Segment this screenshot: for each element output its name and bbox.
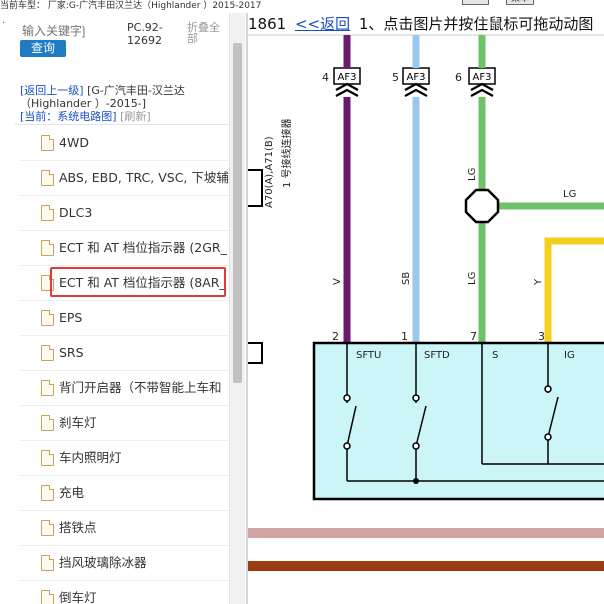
- af3-connector-5: 5 AF3: [392, 67, 430, 97]
- list-item-label: 车内照明灯: [59, 450, 122, 465]
- selection-highlight: [50, 267, 226, 297]
- sidebar: · 查询 PC.92-12692 折叠全部 [返回上一级] [G-广汽丰田-汉兰…: [0, 13, 246, 604]
- wire-label-lg-branch: LG: [563, 189, 576, 200]
- document-icon: [41, 170, 54, 186]
- breadcrumb: [返回上一级] [G-广汽丰田-汉兰达（Highlander ）-2015-] …: [20, 84, 235, 123]
- document-icon: [41, 520, 54, 536]
- list-item-label: DLC3: [59, 205, 93, 220]
- svg-text:AF3: AF3: [338, 72, 357, 83]
- wire-label-v: V: [332, 278, 343, 285]
- list-item-label: 倒车灯: [59, 590, 97, 604]
- svg-text:AF3: AF3: [407, 72, 426, 83]
- document-icon: [41, 450, 54, 466]
- document-icon: [41, 415, 54, 431]
- list-item-label: 刹车灯: [59, 415, 97, 430]
- back-up-link[interactable]: [返回上一级]: [20, 84, 84, 97]
- search-input[interactable]: [20, 21, 122, 41]
- af3-connector-4: 4 AF3: [322, 67, 361, 97]
- list-item[interactable]: DLC3: [20, 196, 230, 231]
- list-item[interactable]: SRS: [20, 336, 230, 371]
- list-item-label: 充电: [59, 485, 85, 500]
- yellow-wire: [544, 237, 604, 343]
- sidebar-divider: [14, 124, 228, 125]
- document-icon: [41, 380, 54, 396]
- search-button[interactable]: 查询: [20, 40, 66, 57]
- list-item-label: ECT 和 AT 档位指示器 (2GR_: [59, 240, 227, 255]
- list-item[interactable]: 挡风玻璃除冰器: [20, 546, 230, 581]
- list-item[interactable]: 搭铁点: [20, 511, 230, 546]
- list-item[interactable]: 倒车灯: [20, 581, 230, 604]
- pink-band: [248, 528, 604, 538]
- svg-text:6: 6: [455, 71, 462, 84]
- top-info-bar: 当前车型： 厂家:G-广汽丰田汉兰达（Highlander ）2015-2017…: [0, 0, 604, 13]
- list-item[interactable]: ECT 和 AT 档位指示器 (8AR_: [20, 266, 230, 301]
- wire-label-lg: LG: [467, 272, 478, 285]
- connector-caption-2: 1 号接线连接器: [280, 118, 293, 188]
- left-connector-box: [248, 169, 263, 207]
- document-icon: [41, 135, 54, 151]
- sidebar-dot: ·: [2, 18, 6, 29]
- wire-label-lg-upper: LG: [467, 168, 478, 181]
- list-item[interactable]: 4WD: [20, 126, 230, 161]
- svg-text:AF3: AF3: [473, 72, 492, 83]
- document-icon: [41, 240, 54, 256]
- svg-text:5: 5: [392, 71, 399, 84]
- list-item-label: 背门开启器（不带智能上车和: [59, 380, 222, 395]
- page-code: PC.92-12692: [127, 21, 163, 47]
- list-item-label: ABS, EBD, TRC, VSC, 下坡辅助控制: [59, 170, 230, 185]
- refresh-link[interactable]: [刷新]: [120, 110, 151, 123]
- svg-text:4: 4: [322, 71, 329, 84]
- toolbar-button-1[interactable]: [462, 0, 490, 5]
- document-icon: [41, 345, 54, 361]
- pin-1: 1: [401, 330, 408, 343]
- list-item[interactable]: ECT 和 AT 档位指示器 (2GR_: [20, 231, 230, 266]
- svg-text:SFTU: SFTU: [356, 350, 381, 361]
- list-item[interactable]: 充电: [20, 476, 230, 511]
- document-icon: [41, 205, 54, 221]
- af3-connector-6: 6 AF3: [455, 67, 496, 97]
- menu-button[interactable]: 菜单: [506, 0, 535, 5]
- document-icon: [41, 310, 54, 326]
- svg-text:S: S: [492, 350, 498, 361]
- list-item-label: 挡风玻璃除冰器: [59, 555, 147, 570]
- pin-3: 3: [538, 330, 545, 343]
- circuit-list: 4WD ABS, EBD, TRC, VSC, 下坡辅助控制 DLC3 ECT 和 A…: [20, 126, 230, 604]
- document-icon: [41, 485, 54, 501]
- wiring-diagram[interactable]: A70(A),A71(B) 1 号接线连接器 4 AF3 5 AF3 6 AF3: [248, 13, 604, 604]
- sidebar-scrollbar[interactable]: [229, 13, 245, 604]
- svg-text:SFTD: SFTD: [424, 350, 450, 361]
- collapse-all-button[interactable]: 折叠全部: [187, 22, 227, 44]
- shift-switch-box: SFTU SFTD S IG: [312, 341, 604, 501]
- wire-label-y: Y: [533, 278, 544, 286]
- wire-label-sb: SB: [401, 272, 412, 285]
- svg-text:IG: IG: [564, 350, 575, 361]
- current-location: [当前：系统电路图]: [20, 110, 117, 123]
- list-item[interactable]: ABS, EBD, TRC, VSC, 下坡辅助控制: [20, 161, 230, 196]
- left-connector-box-2: [248, 342, 263, 364]
- document-icon: [41, 555, 54, 571]
- junction-connector: [464, 188, 500, 224]
- connector-caption: A70(A),A71(B): [264, 136, 275, 208]
- diagram-panel: 1861 <<返回 1、点击图片并按住鼠标可拖动动图 A70(A),A71(B)…: [248, 13, 604, 604]
- list-item-label: SRS: [59, 345, 84, 360]
- list-item-label: 4WD: [59, 135, 89, 150]
- scrollbar-thumb[interactable]: [233, 43, 242, 383]
- list-item-label: EPS: [59, 310, 83, 325]
- list-item[interactable]: 背门开启器（不带智能上车和: [20, 371, 230, 406]
- document-icon: [41, 590, 54, 604]
- vehicle-info: 当前车型： 厂家:G-广汽丰田汉兰达（Highlander ）2015-2017: [0, 1, 262, 11]
- list-item-label: 搭铁点: [59, 520, 97, 535]
- list-item[interactable]: 车内照明灯: [20, 441, 230, 476]
- list-item[interactable]: EPS: [20, 301, 230, 336]
- brown-band: [248, 561, 604, 571]
- pin-2: 2: [332, 330, 339, 343]
- list-item[interactable]: 刹车灯: [20, 406, 230, 441]
- pin-7: 7: [470, 330, 477, 343]
